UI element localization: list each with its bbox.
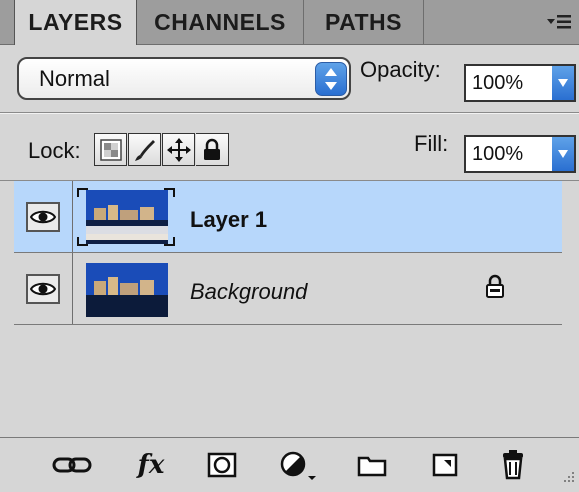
blend-mode-stepper-icon[interactable] [315,62,347,96]
visibility-eye-icon[interactable] [26,201,60,232]
lock-all-icon[interactable] [196,133,229,166]
tab-layers[interactable]: LAYERS [14,0,137,45]
fill-label: Fill: [414,131,449,156]
opacity-dropdown-icon[interactable] [552,66,574,100]
fill-field[interactable]: 100% [464,135,576,173]
layer-lock-icon [484,273,506,304]
blend-mode-value: Normal [39,65,110,91]
layer-row-layer-1[interactable]: Layer 1 [14,181,562,253]
visibility-cell [14,253,73,324]
lock-image-pixels-icon[interactable] [128,133,161,166]
new-layer-icon[interactable] [428,450,462,480]
resize-grip-icon[interactable] [563,470,575,488]
tab-channels[interactable]: CHANNELS [137,0,304,44]
opacity-field[interactable]: 100% [464,64,576,102]
tab-paths[interactable]: PATHS [304,0,424,44]
blend-opacity-row: Normal Opacity: 100% [0,45,579,112]
add-mask-icon[interactable] [205,450,239,480]
layer-name[interactable]: Layer 1 [190,207,267,233]
blend-mode-select[interactable]: Normal [17,57,351,100]
lock-fill-row: Lock: Fill: 100% [0,113,579,180]
opacity-value: 100% [472,71,524,94]
visibility-cell [14,181,73,252]
new-group-icon[interactable] [354,450,390,480]
fill-value: 100% [472,142,524,165]
adjustment-layer-icon[interactable] [276,450,320,480]
layer-thumbnail[interactable] [86,190,168,244]
opacity-label: Opacity: [360,57,441,82]
layer-thumbnail[interactable] [86,263,168,317]
layer-row-background[interactable]: Background [14,253,562,325]
bottom-toolbar: fx [0,437,579,492]
panel-menu-icon[interactable] [539,0,579,44]
layer-style-fx-button[interactable]: fx [128,450,174,480]
tab-bar: LAYERS CHANNELS PATHS [0,0,579,45]
layer-name[interactable]: Background [190,279,307,305]
fill-dropdown-icon[interactable] [552,137,574,171]
trash-icon[interactable] [496,450,530,480]
lock-position-icon[interactable] [162,133,195,166]
lock-transparent-pixels-icon[interactable] [94,133,127,166]
lock-label: Lock: [28,138,81,163]
layers-panel: LAYERS CHANNELS PATHS Normal Opacity: 10… [0,0,579,492]
layers-list: Layer 1 Background [14,181,576,436]
link-layers-icon[interactable] [50,450,94,480]
visibility-eye-icon[interactable] [26,273,60,304]
